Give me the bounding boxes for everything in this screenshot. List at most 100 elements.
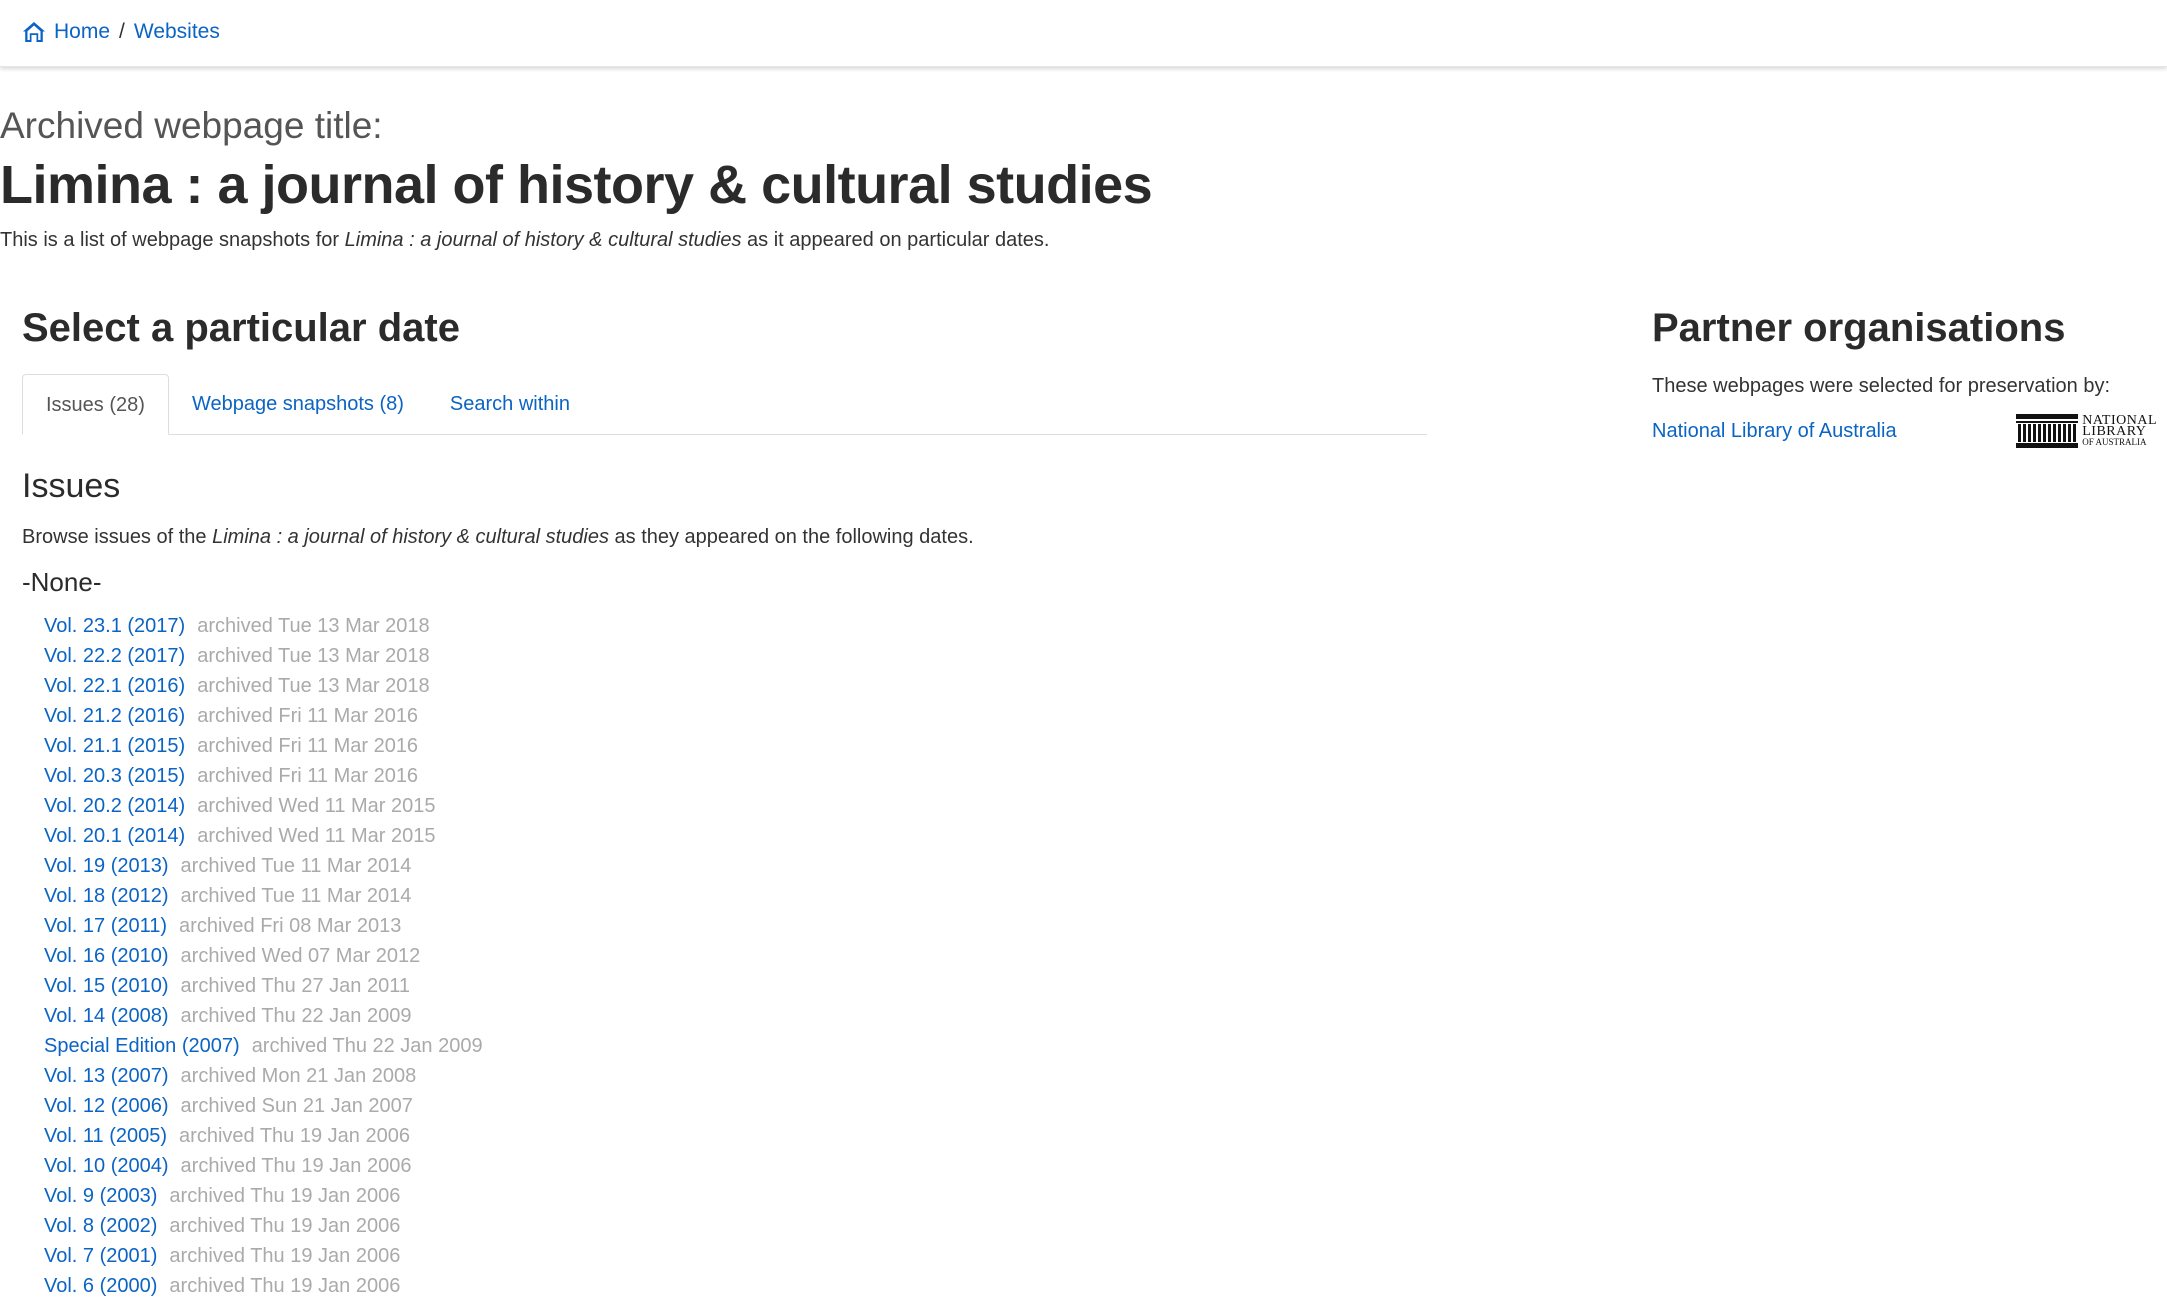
issue-archived-date: archived Wed 07 Mar 2012 — [180, 945, 421, 967]
issue-link[interactable]: Vol. 16 (2010) — [44, 945, 169, 967]
issue-archived-date: archived Thu 27 Jan 2011 — [180, 975, 410, 997]
issue-link[interactable]: Vol. 21.1 (2015) — [44, 735, 185, 757]
list-item: Vol. 22.2 (2017) archived Tue 13 Mar 2018 — [44, 641, 1427, 671]
list-item: Vol. 9 (2003) archived Thu 19 Jan 2006 — [44, 1181, 1427, 1211]
issue-archived-date: archived Thu 19 Jan 2006 — [169, 1245, 401, 1267]
page-intro: This is a list of webpage snapshots for … — [0, 226, 1500, 254]
breadcrumb: Home / Websites — [22, 18, 220, 46]
issue-link[interactable]: Vol. 22.1 (2016) — [44, 675, 185, 697]
list-item: Vol. 18 (2012) archived Tue 11 Mar 2014 — [44, 881, 1427, 911]
breadcrumb-home-link[interactable]: Home — [54, 18, 110, 46]
issue-link[interactable]: Vol. 11 (2005) — [44, 1125, 167, 1147]
main-column: Select a particular date Issues (28) Web… — [22, 296, 1427, 1301]
issue-archived-date: archived Tue 13 Mar 2018 — [197, 675, 430, 697]
issue-link[interactable]: Vol. 13 (2007) — [44, 1065, 169, 1087]
list-item: Vol. 20.1 (2014) archived Wed 11 Mar 2015 — [44, 821, 1427, 851]
issue-archived-date: archived Sun 21 Jan 2007 — [180, 1095, 413, 1117]
issues-desc-title: Limina : a journal of history & cultural… — [212, 526, 609, 548]
issue-archived-date: archived Fri 08 Mar 2013 — [179, 915, 402, 937]
issue-archived-date: archived Thu 19 Jan 2006 — [180, 1155, 412, 1177]
page-header: Archived webpage title: Limina : a journ… — [0, 100, 1500, 254]
list-item: Vol. 13 (2007) archived Mon 21 Jan 2008 — [44, 1061, 1427, 1091]
issue-link[interactable]: Vol. 7 (2001) — [44, 1245, 157, 1267]
issue-link[interactable]: Vol. 14 (2008) — [44, 1005, 169, 1027]
list-item: Special Edition (2007) archived Thu 22 Ja… — [44, 1031, 1427, 1061]
list-item: Vol. 14 (2008) archived Thu 22 Jan 2009 — [44, 1001, 1427, 1031]
issue-link[interactable]: Vol. 8 (2002) — [44, 1215, 157, 1237]
issue-archived-date: archived Thu 19 Jan 2006 — [169, 1185, 401, 1207]
issue-link[interactable]: Vol. 21.2 (2016) — [44, 705, 185, 727]
issue-group-label: -None- — [22, 567, 102, 597]
list-item: Vol. 6 (2000) archived Thu 19 Jan 2006 — [44, 1271, 1427, 1301]
issue-link[interactable]: Vol. 9 (2003) — [44, 1185, 157, 1207]
list-item: Vol. 22.1 (2016) archived Tue 13 Mar 2018 — [44, 671, 1427, 701]
issue-link[interactable]: Vol. 19 (2013) — [44, 855, 169, 877]
issue-link[interactable]: Vol. 10 (2004) — [44, 1155, 169, 1177]
issue-archived-date: archived Tue 11 Mar 2014 — [180, 855, 412, 877]
issue-archived-date: archived Tue 13 Mar 2018 — [197, 615, 430, 637]
list-item: Vol. 20.2 (2014) archived Wed 11 Mar 2015 — [44, 791, 1427, 821]
issues-desc-suffix: as they appeared on the following dates. — [608, 526, 974, 548]
nla-logo-line2: LIBRARY — [2082, 423, 2147, 439]
nla-building-icon — [2016, 414, 2079, 448]
breadcrumb-separator: / — [119, 20, 125, 43]
list-item: Vol. 15 (2010) archived Thu 27 Jan 2011 — [44, 971, 1427, 1001]
issue-link[interactable]: Vol. 6 (2000) — [44, 1275, 157, 1297]
list-item: Vol. 20.3 (2015) archived Fri 11 Mar 2016 — [44, 761, 1427, 791]
intro-title: Limina : a journal of history & cultural… — [344, 229, 742, 251]
breadcrumb-websites-link[interactable]: Websites — [134, 18, 220, 46]
tab-webpage-snapshots[interactable]: Webpage snapshots (8) — [169, 374, 427, 434]
tab-issues[interactable]: Issues (28) — [22, 374, 169, 435]
list-item: Vol. 17 (2011) archived Fri 08 Mar 2013 — [44, 911, 1427, 941]
issue-archived-date: archived Wed 11 Mar 2015 — [197, 795, 436, 817]
list-item: Vol. 16 (2010) archived Wed 07 Mar 2012 — [44, 941, 1427, 971]
list-item: Vol. 21.2 (2016) archived Fri 11 Mar 2016 — [44, 701, 1427, 731]
home-icon[interactable] — [22, 21, 46, 43]
top-navigation-bar: Home / Websites — [0, 0, 2167, 67]
issue-archived-date: archived Fri 11 Mar 2016 — [197, 705, 419, 727]
page-title: Limina : a journal of history & cultural… — [0, 155, 1153, 215]
select-date-heading: Select a particular date — [22, 306, 460, 350]
list-item: Vol. 10 (2004) archived Thu 19 Jan 2006 — [44, 1151, 1427, 1181]
intro-suffix: as it appeared on particular dates. — [741, 229, 1050, 251]
list-item: Vol. 8 (2002) archived Thu 19 Jan 2006 — [44, 1211, 1427, 1241]
issue-archived-date: archived Wed 11 Mar 2015 — [197, 825, 436, 847]
issue-link[interactable]: Vol. 22.2 (2017) — [44, 645, 185, 667]
nla-logo-text: NATIONAL LIBRARY OF AUSTRALIA — [2082, 413, 2157, 448]
issue-archived-date: archived Thu 19 Jan 2006 — [169, 1215, 401, 1237]
issue-archived-date: archived Fri 11 Mar 2016 — [197, 765, 419, 787]
issues-desc-prefix: Browse issues of the — [22, 526, 213, 548]
issue-link[interactable]: Vol. 20.3 (2015) — [44, 765, 185, 787]
issue-archived-date: archived Thu 22 Jan 2009 — [251, 1035, 483, 1057]
list-item: Vol. 7 (2001) archived Thu 19 Jan 2006 — [44, 1241, 1427, 1271]
issue-list: Vol. 23.1 (2017) archived Tue 13 Mar 2018… — [22, 611, 1427, 1301]
issue-link[interactable]: Vol. 15 (2010) — [44, 975, 169, 997]
intro-prefix: This is a list of webpage snapshots for — [0, 229, 345, 251]
issue-link[interactable]: Special Edition (2007) — [44, 1035, 240, 1057]
list-item: Vol. 23.1 (2017) archived Tue 13 Mar 2018 — [44, 611, 1427, 641]
issue-archived-date: archived Thu 22 Jan 2009 — [180, 1005, 412, 1027]
nla-logo: NATIONAL LIBRARY OF AUSTRALIA — [2016, 413, 2157, 448]
partner-organisations-heading: Partner organisations — [1652, 306, 2066, 350]
issues-heading: Issues — [22, 467, 121, 505]
archived-title-label: Archived webpage title: — [0, 105, 383, 146]
issue-archived-date: archived Mon 21 Jan 2008 — [180, 1065, 417, 1087]
issue-link[interactable]: Vol. 20.1 (2014) — [44, 825, 185, 847]
list-item: Vol. 21.1 (2015) archived Fri 11 Mar 2016 — [44, 731, 1427, 761]
issue-link[interactable]: Vol. 20.2 (2014) — [44, 795, 185, 817]
tab-bar: Issues (28) Webpage snapshots (8) Search… — [22, 374, 1427, 435]
list-item: Vol. 12 (2006) archived Sun 21 Jan 2007 — [44, 1091, 1427, 1121]
issue-link[interactable]: Vol. 17 (2011) — [44, 915, 167, 937]
tab-search-within[interactable]: Search within — [427, 374, 593, 434]
partner-description: These webpages were selected for preserv… — [1652, 375, 2111, 397]
issue-archived-date: archived Tue 11 Mar 2014 — [180, 885, 412, 907]
issue-archived-date: archived Thu 19 Jan 2006 — [169, 1275, 401, 1297]
partner-link-nla[interactable]: National Library of Australia — [1652, 420, 1897, 443]
list-item: Vol. 19 (2013) archived Tue 11 Mar 2014 — [44, 851, 1427, 881]
issue-link[interactable]: Vol. 18 (2012) — [44, 885, 169, 907]
issues-description: Browse issues of the Limina : a journal … — [22, 523, 1427, 551]
issue-link[interactable]: Vol. 12 (2006) — [44, 1095, 169, 1117]
issue-link[interactable]: Vol. 23.1 (2017) — [44, 615, 185, 637]
partner-sidebar: Partner organisations These webpages wer… — [1652, 296, 2157, 448]
issue-archived-date: archived Tue 13 Mar 2018 — [197, 645, 430, 667]
